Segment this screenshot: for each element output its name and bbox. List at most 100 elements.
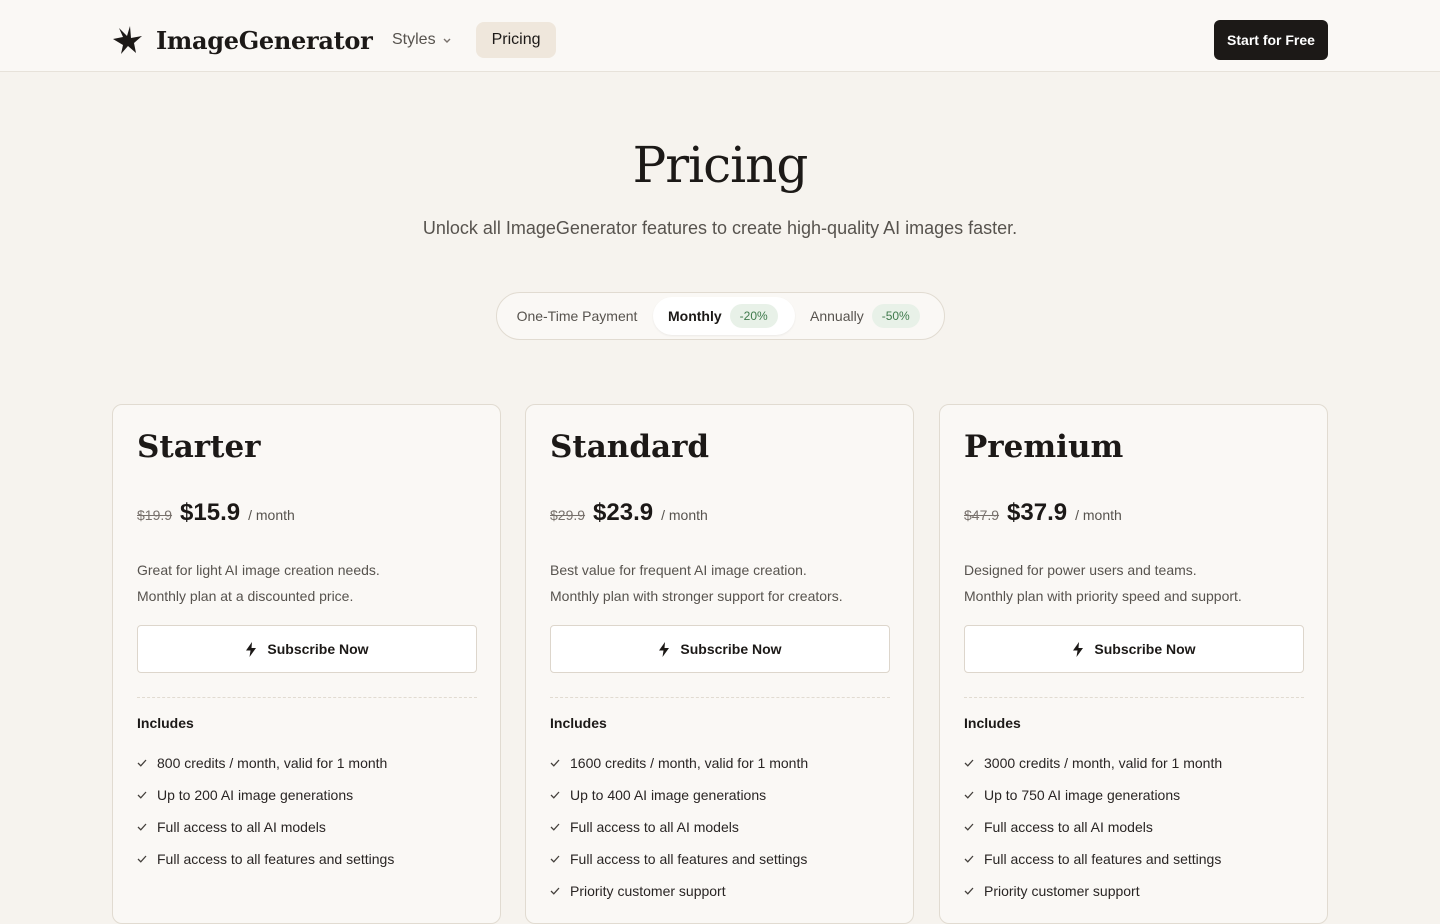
billing-option-one-time[interactable]: One-Time Payment (501, 297, 653, 335)
divider (550, 697, 890, 698)
feature-text: Up to 400 AI image generations (570, 787, 767, 803)
billing-option-label: Monthly (668, 308, 722, 324)
feature-item: Full access to all features and settings (964, 843, 1304, 875)
check-icon (137, 855, 147, 863)
plan-description: Best value for frequent AI image creatio… (550, 557, 890, 609)
feature-text: 3000 credits / month, valid for 1 month (984, 755, 1223, 771)
check-icon (550, 855, 560, 863)
check-icon (964, 791, 974, 799)
billing-period: / month (248, 507, 295, 523)
billing-period-toggle: One-Time Payment Monthly -20% Annually -… (496, 292, 945, 340)
billing-option-annually[interactable]: Annually -50% (797, 297, 937, 335)
subscribe-button[interactable]: Subscribe Now (550, 625, 890, 673)
includes-heading: Includes (964, 715, 1021, 731)
chevron-down-icon (443, 38, 451, 43)
discounted-price: $23.9 (593, 499, 654, 526)
feature-text: Full access to all AI models (984, 819, 1153, 835)
discounted-price: $15.9 (180, 499, 241, 526)
feature-text: Full access to all features and settings (157, 851, 395, 867)
plan-description-line: Great for light AI image creation needs. (137, 562, 380, 578)
lightning-bolt-icon (1073, 641, 1084, 657)
nav-item-label: Styles (392, 31, 436, 48)
plan-card-premium: Premium $47.9 $37.9 / month Designed for… (939, 404, 1328, 924)
start-for-free-button[interactable]: Start for Free (1214, 20, 1328, 60)
price-row: $29.9 $23.9 / month (550, 499, 708, 535)
divider (137, 697, 477, 698)
check-icon (550, 887, 560, 895)
feature-list: 3000 credits / month, valid for 1 month … (964, 747, 1304, 907)
feature-text: 1600 credits / month, valid for 1 month (570, 755, 809, 771)
plan-name: Standard (550, 429, 710, 465)
check-icon (137, 791, 147, 799)
feature-item: Full access to all features and settings (137, 843, 477, 875)
feature-item: Full access to all AI models (550, 811, 890, 843)
price-row: $47.9 $37.9 / month (964, 499, 1122, 535)
check-icon (964, 823, 974, 831)
billing-option-label: One-Time Payment (516, 308, 638, 324)
billing-period: / month (1075, 507, 1122, 523)
top-navigation-bar: ImageGenerator Styles Pricing Start for … (0, 0, 1440, 72)
feature-list: 800 credits / month, valid for 1 month U… (137, 747, 477, 875)
nav-item-label: Pricing (491, 31, 541, 48)
plan-description-line: Best value for frequent AI image creatio… (550, 562, 807, 578)
discount-badge: -20% (729, 304, 778, 328)
check-icon (137, 823, 147, 831)
plan-card-starter: Starter $19.9 $15.9 / month Great for li… (112, 404, 501, 924)
nav-item-pricing[interactable]: Pricing (475, 22, 557, 58)
feature-item: Up to 400 AI image generations (550, 779, 890, 811)
plan-description: Great for light AI image creation needs.… (137, 557, 477, 609)
original-price: $29.9 (550, 507, 586, 523)
subscribe-button-label: Subscribe Now (1094, 641, 1196, 657)
feature-item: Priority customer support (964, 875, 1304, 907)
feature-item: Up to 750 AI image generations (964, 779, 1304, 811)
brand-name: ImageGenerator (156, 25, 373, 55)
discount-badge: -50% (871, 304, 920, 328)
includes-heading: Includes (137, 715, 194, 731)
lightning-bolt-icon (659, 641, 670, 657)
brand[interactable]: ImageGenerator (112, 20, 373, 60)
feature-text: Full access to all AI models (570, 819, 739, 835)
nav-item-styles[interactable]: Styles (376, 22, 468, 58)
page-subtitle: Unlock all ImageGenerator features to cr… (422, 218, 1018, 238)
includes-heading: Includes (550, 715, 607, 731)
divider (964, 697, 1304, 698)
subscribe-button[interactable]: Subscribe Now (964, 625, 1304, 673)
feature-item: Full access to all features and settings (550, 843, 890, 875)
plan-description: Designed for power users and teams. Mont… (964, 557, 1304, 609)
lightning-bolt-icon (246, 641, 257, 657)
original-price: $47.9 (964, 507, 1000, 523)
feature-text: Priority customer support (984, 883, 1140, 899)
feature-item: Up to 200 AI image generations (137, 779, 477, 811)
feature-text: Full access to all AI models (157, 819, 326, 835)
page-title: Pricing (632, 136, 809, 194)
price-row: $19.9 $15.9 / month (137, 499, 295, 535)
subscribe-button-label: Subscribe Now (680, 641, 782, 657)
check-icon (550, 791, 560, 799)
feature-item: 800 credits / month, valid for 1 month (137, 747, 477, 779)
billing-option-label: Annually (810, 308, 864, 324)
check-icon (137, 759, 147, 767)
plan-name: Starter (137, 429, 261, 465)
check-icon (550, 759, 560, 767)
billing-option-monthly[interactable]: Monthly -20% (653, 297, 795, 335)
feature-text: Full access to all features and settings (984, 851, 1222, 867)
feature-item: 1600 credits / month, valid for 1 month (550, 747, 890, 779)
discounted-price: $37.9 (1007, 499, 1068, 526)
feature-item: Priority customer support (550, 875, 890, 907)
plan-name: Premium (964, 429, 1124, 465)
plan-description-line: Designed for power users and teams. (964, 562, 1197, 578)
feature-item: Full access to all AI models (137, 811, 477, 843)
feature-text: Up to 750 AI image generations (984, 787, 1181, 803)
main-nav: Styles Pricing (376, 22, 557, 58)
feature-text: Priority customer support (570, 883, 726, 899)
feature-item: Full access to all AI models (964, 811, 1304, 843)
feature-text: Full access to all features and settings (570, 851, 808, 867)
check-icon (964, 855, 974, 863)
plan-description-line: Monthly plan at a discounted price. (137, 588, 354, 604)
feature-text: Up to 200 AI image generations (157, 787, 354, 803)
plan-description-line: Monthly plan with stronger support for c… (550, 588, 843, 604)
subscribe-button[interactable]: Subscribe Now (137, 625, 477, 673)
plan-description-line: Monthly plan with priority speed and sup… (964, 588, 1242, 604)
billing-period: / month (661, 507, 708, 523)
original-price: $19.9 (137, 507, 173, 523)
